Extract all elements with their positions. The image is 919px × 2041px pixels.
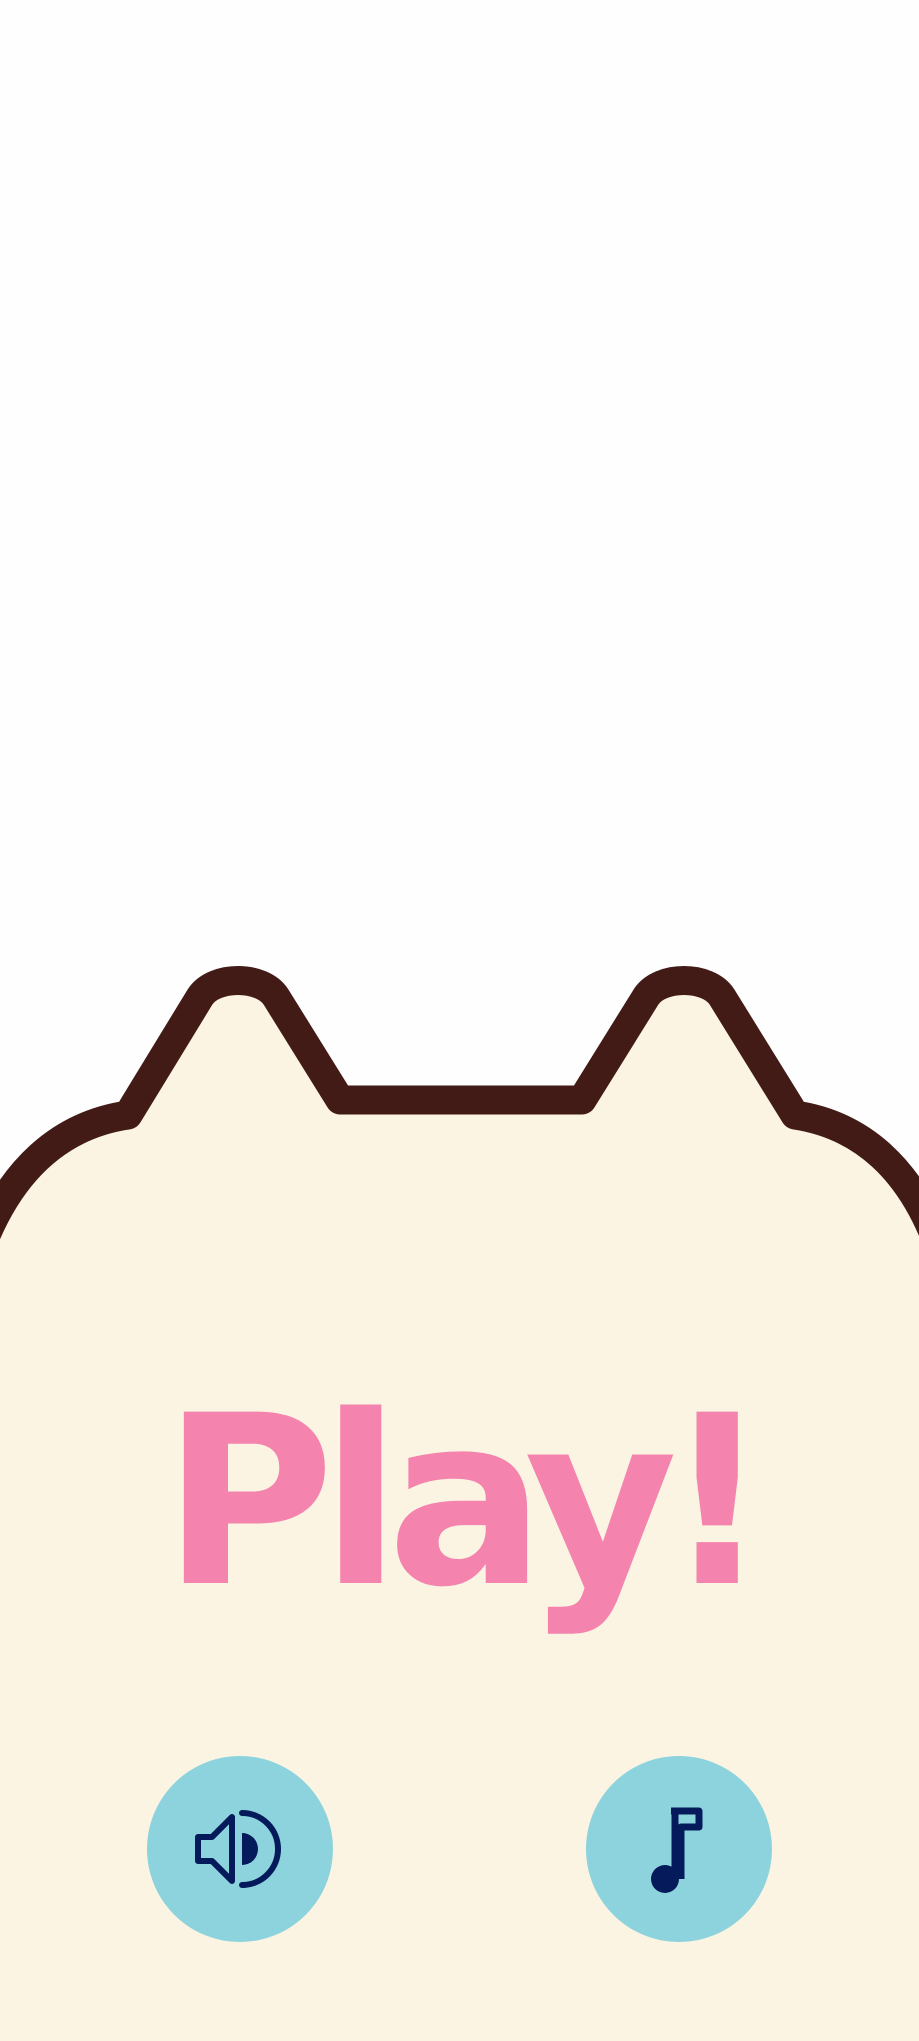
music-note-icon [651,1807,703,1893]
speaker-volume-icon [195,1810,281,1888]
play-title[interactable]: Play! [0,1385,919,1620]
start-screen: Play! [0,0,919,2041]
sound-toggle-button[interactable] [147,1756,333,1942]
music-toggle-button[interactable] [586,1756,772,1942]
cat-head-panel [0,966,919,2041]
